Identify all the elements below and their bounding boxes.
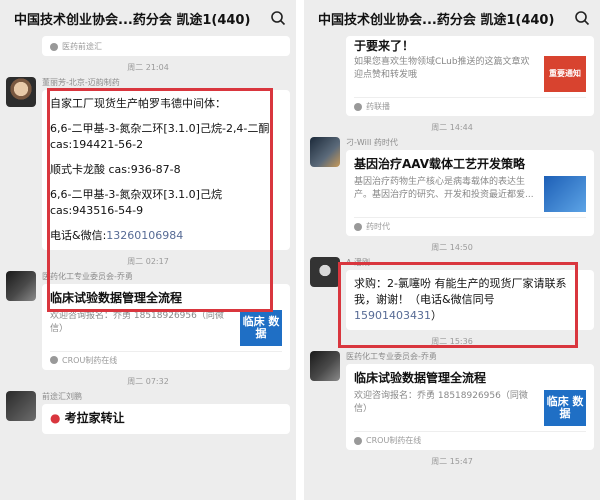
source-icon	[354, 436, 362, 445]
timestamp: 周二 07:32	[127, 376, 169, 386]
timestamp: 周二 15:36	[431, 337, 473, 347]
message-line: 自家工厂现货生产帕罗韦德中间体：	[50, 97, 226, 110]
card-title: 基因治疗AAV载体工艺开发策略	[354, 157, 526, 172]
card-thumbnail	[544, 176, 586, 213]
link-card[interactable]: 基因治疗AAV载体工艺开发策略 基因治疗药物生产核心是病毒载体的表达生产。基因治…	[346, 150, 594, 237]
source-icon	[354, 102, 362, 111]
message-line: 6,6-二甲基-3-氮杂双环[3.1.0]己烷 cas:943516-54-9	[50, 187, 222, 217]
sender-name: A 潘刚	[346, 258, 371, 268]
contact-label: 电话&微信:	[50, 228, 107, 242]
card-thumbnail: 临床 数据	[544, 390, 586, 427]
card-description: 欢迎咨询报名：乔勇 18518926956（同微信）	[354, 391, 528, 415]
sender-name: 前途汇刘鹏	[42, 391, 82, 401]
timestamp: 周二 14:44	[431, 123, 473, 133]
timestamp: 周二 15:47	[431, 457, 473, 467]
card-source: CROU制药在线	[366, 436, 422, 446]
message: 前途汇刘鹏 ● 考拉家转让	[0, 390, 296, 434]
message-text: 求购：2-氯噻吩 有能生产的现货厂家请联系我，谢谢！（电话&微信同号	[354, 277, 567, 307]
avatar[interactable]	[310, 351, 340, 382]
link-card-partial[interactable]: 医药前途汇	[42, 36, 290, 56]
link-card[interactable]: 临床试验数据管理全流程 欢迎咨询报名：乔勇 18518926956（同微信） 临…	[42, 283, 290, 370]
message-bubble[interactable]: 自家工厂现货生产帕罗韦德中间体： 6,6-二甲基-3-氮杂二环[3.1.0]己烷…	[42, 90, 290, 250]
message: 医药化工专业委员会-乔勇 临床试验数据管理全流程 欢迎咨询报名：乔勇 18518…	[0, 270, 296, 370]
card-title: 临床试验数据管理全流程	[354, 371, 487, 386]
card-description: 欢迎咨询报名：乔勇 18518926956（同微信）	[50, 310, 224, 334]
card-source: 药时代	[366, 222, 390, 232]
chat-header: 中国技术创业协会...药分会 凯途1(440)	[304, 0, 600, 36]
list-item: 医药前途汇	[36, 36, 296, 56]
message: A 潘刚 求购：2-氯噻吩 有能生产的现货厂家请联系我，谢谢！（电话&微信同号 …	[304, 257, 600, 331]
link-card[interactable]: ● 考拉家转让	[42, 403, 290, 434]
search-icon[interactable]	[574, 10, 590, 26]
fire-icon: ●	[50, 410, 61, 425]
card-title-text: 考拉家转让	[64, 410, 125, 425]
search-icon[interactable]	[270, 10, 286, 26]
link-card[interactable]: 临床试验数据管理全流程 欢迎咨询报名：乔勇 18518926956（同微信） 临…	[346, 364, 594, 451]
card-source: 医药前途汇	[62, 42, 102, 51]
message-line: 顺式卡龙酸 cas:936-87-8	[50, 162, 181, 176]
chat-header: 中国技术创业协会...药分会 凯途1(440)	[0, 0, 296, 36]
sender-name: 刁-Will 药时代	[346, 138, 398, 148]
chat-screenshots: 中国技术创业协会...药分会 凯途1(440) 医药前途汇 周二 21:04 董…	[0, 0, 600, 500]
card-thumbnail: 重要通知	[544, 56, 586, 93]
phone-link[interactable]: 13260106984	[106, 229, 183, 242]
sender-name: 医药化工专业委员会-乔勇	[42, 271, 133, 281]
message: 董丽芳-北京-迈韵制药 自家工厂现货生产帕罗韦德中间体： 6,6-二甲基-3-氮…	[0, 77, 296, 250]
avatar[interactable]	[310, 137, 340, 168]
message: 刁-Will 药时代 基因治疗AAV载体工艺开发策略 基因治疗药物生产核心是病毒…	[304, 137, 600, 237]
avatar[interactable]	[6, 270, 36, 301]
source-icon	[50, 356, 58, 365]
chat-title: 中国技术创业协会...药分会 凯途1(440)	[14, 12, 251, 28]
contact-line: 电话&微信:13260106984	[50, 228, 282, 244]
card-source: 药联播	[366, 102, 390, 112]
chat-panel-left: 中国技术创业协会...药分会 凯途1(440) 医药前途汇 周二 21:04 董…	[0, 0, 296, 500]
card-description: 如果您喜欢生物领域CLub推送的这篇文章欢迎点赞和转发哦	[354, 57, 530, 81]
sender-name: 董丽芳-北京-迈韵制药	[42, 78, 120, 87]
message-line: 6,6-二甲基-3-氮杂二环[3.1.0]己烷-2,4-二酮 cas:19442…	[50, 121, 270, 151]
list-item: 于要来了！ 如果您喜欢生物领域CLub推送的这篇文章欢迎点赞和转发哦 重要通知 …	[340, 36, 600, 117]
source-icon	[50, 42, 58, 51]
message-text-tail: ）	[430, 309, 442, 323]
avatar[interactable]	[6, 390, 36, 421]
chat-panel-right: 中国技术创业协会...药分会 凯途1(440) 于要来了！ 如果您喜欢生物领域C…	[304, 0, 600, 500]
message-bubble[interactable]: 求购：2-氯噻吩 有能生产的现货厂家请联系我，谢谢！（电话&微信同号 15901…	[346, 270, 594, 331]
phone-link[interactable]: 15901403431	[354, 309, 431, 322]
timestamp: 周二 14:50	[431, 243, 473, 253]
avatar[interactable]	[6, 77, 36, 107]
avatar[interactable]	[310, 257, 340, 288]
card-description: 基因治疗药物生产核心是病毒载体的表达生产。基因治疗的研究、开发和投资最近都爱..…	[354, 177, 534, 201]
card-title: ● 考拉家转让	[50, 410, 282, 426]
chat-title: 中国技术创业协会...药分会 凯途1(440)	[318, 12, 555, 28]
card-source: CROU制药在线	[62, 355, 118, 365]
sender-name: 医药化工专业委员会-乔勇	[346, 352, 437, 362]
timestamp: 周二 21:04	[127, 63, 169, 72]
card-title: 于要来了！	[354, 39, 415, 53]
timestamp: 周二 02:17	[127, 256, 169, 266]
card-thumbnail: 临床 数据	[240, 309, 282, 346]
source-icon	[354, 222, 362, 231]
card-title: 临床试验数据管理全流程	[50, 290, 183, 305]
link-card-partial[interactable]: 于要来了！ 如果您喜欢生物领域CLub推送的这篇文章欢迎点赞和转发哦 重要通知 …	[346, 36, 594, 117]
message: 医药化工专业委员会-乔勇 临床试验数据管理全流程 欢迎咨询报名：乔勇 18518…	[304, 351, 600, 451]
